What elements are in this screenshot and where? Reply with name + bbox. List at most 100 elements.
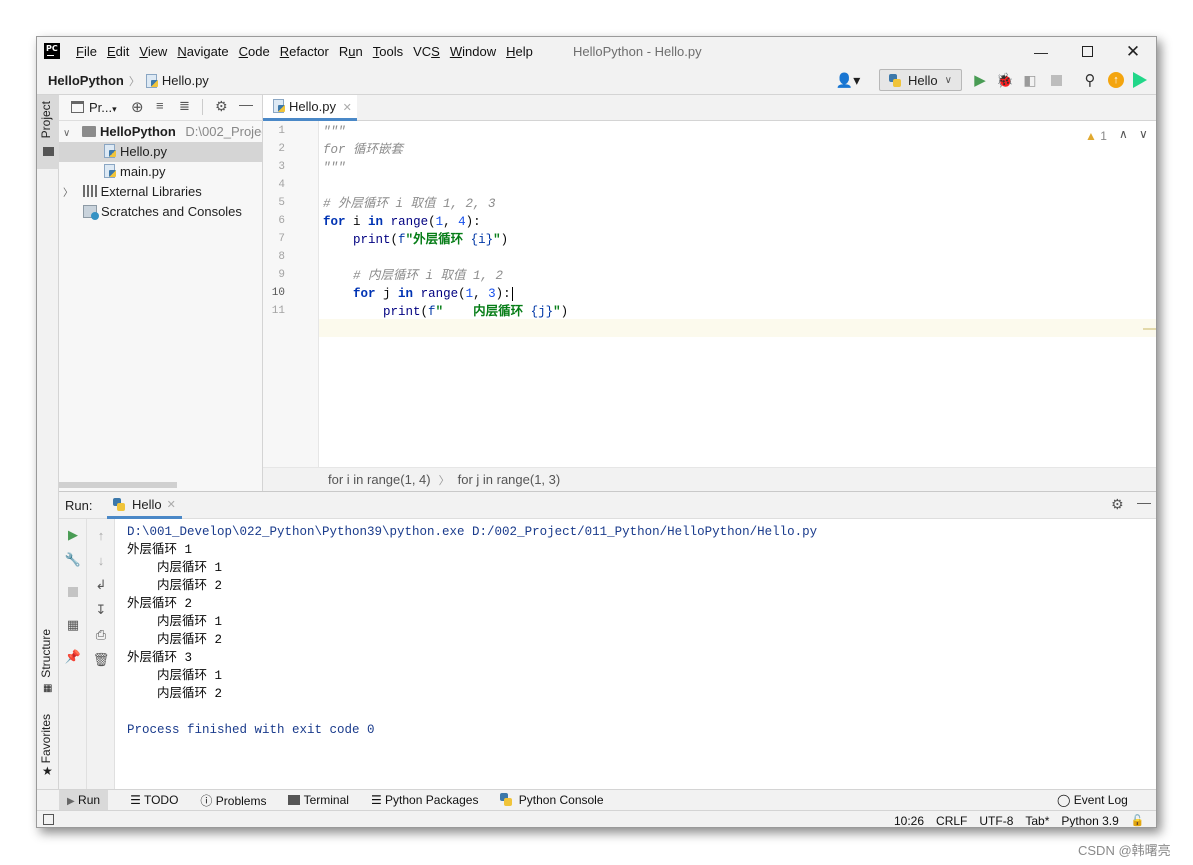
horizontal-scrollbar[interactable]: [59, 482, 177, 488]
python-icon: [113, 497, 125, 511]
soft-wrap-icon[interactable]: ↲: [93, 577, 109, 593]
toolbar-divider: [202, 99, 203, 115]
status-line-separator[interactable]: CRLF: [936, 814, 967, 828]
status-encoding[interactable]: UTF-8: [979, 814, 1013, 828]
chevron-right-icon: 〉: [63, 188, 73, 199]
trash-icon[interactable]: 🗑: [93, 652, 110, 668]
code-line-11: print(f" 内层循环 {j}"): [383, 305, 569, 319]
title-bar: PC File Edit View Navigate Code Refactor Run To…: [37, 37, 1156, 66]
line-number: 7: [278, 233, 285, 245]
tree-item-scratches[interactable]: Scratches and Consoles: [59, 202, 262, 222]
tree-item-hello-py[interactable]: Hello.py: [59, 142, 262, 162]
maximize-button[interactable]: [1064, 37, 1110, 66]
structure-tab-label: Structure: [39, 629, 53, 678]
layout-icon[interactable]: ▦: [65, 617, 81, 633]
close-tab-icon[interactable]: ✕: [343, 102, 352, 114]
tree-item-label: External Libraries: [100, 184, 202, 199]
console-output[interactable]: D:\001_Develop\022_Python\Python39\pytho…: [115, 519, 1156, 790]
run-configuration-select[interactable]: Hello ∨: [879, 69, 962, 91]
breadcrumb-outer-loop[interactable]: for i in range(1, 4): [328, 472, 431, 487]
project-view-select[interactable]: Pr...▾: [89, 100, 117, 115]
current-line-marker: [1143, 328, 1156, 330]
debug-icon[interactable]: 🐞: [996, 71, 1014, 89]
coverage-icon[interactable]: ◧: [1021, 71, 1039, 89]
minimize-button[interactable]: —: [1018, 37, 1064, 66]
tree-item-main-py[interactable]: main.py: [59, 162, 262, 182]
watermark: CSDN @韩曙亮: [1078, 843, 1171, 858]
wrench-icon[interactable]: 🔧: [65, 552, 81, 568]
scroll-to-end-icon[interactable]: ↧: [93, 602, 109, 618]
left-tool-stripe: Project Structure ▦ Favorites ★: [37, 95, 59, 789]
chevron-down-icon[interactable]: ∨: [1139, 127, 1148, 141]
close-window-button[interactable]: ✕: [1110, 37, 1156, 66]
close-tab-icon[interactable]: ✕: [167, 498, 176, 511]
tree-item-label: main.py: [120, 164, 166, 179]
breadcrumb-inner-loop[interactable]: for j in range(1, 3): [458, 472, 561, 487]
menu-item-file[interactable]: File: [71, 37, 102, 66]
python-file-icon: [104, 164, 117, 178]
print-icon[interactable]: ⎙: [93, 627, 109, 643]
tool-tab-label: Python Packages: [385, 793, 479, 807]
rerun-icon[interactable]: ▶: [65, 527, 81, 543]
tool-tab-terminal[interactable]: Terminal: [288, 793, 349, 807]
status-interpreter[interactable]: Python 3.9: [1061, 814, 1118, 828]
chevron-up-icon[interactable]: ∧: [1119, 127, 1128, 141]
menu-item-edit[interactable]: Edit: [102, 37, 134, 66]
menu-item-navigate[interactable]: Navigate: [172, 37, 233, 66]
tool-tab-todo[interactable]: ☰ TODO: [130, 793, 178, 807]
toggle-tool-windows-icon[interactable]: [43, 814, 54, 825]
menu-item-code[interactable]: Code: [234, 37, 275, 66]
menu-item-run[interactable]: Run: [334, 37, 368, 66]
code-area[interactable]: """ for 循环嵌套 """ # 外层循环 i 取值 1, 2, 3 for…: [319, 121, 1156, 467]
code-line-10: for j in range(1, 3):: [353, 287, 513, 301]
gear-icon[interactable]: ⚙: [215, 98, 228, 115]
run-icon[interactable]: ▶: [971, 71, 989, 89]
stop-icon[interactable]: [65, 584, 81, 600]
menu-item-vcs[interactable]: VCS: [408, 37, 445, 66]
tree-item-external-libraries[interactable]: 〉 External Libraries: [59, 182, 262, 202]
console-line: D:\001_Develop\022_Python\Python39\pytho…: [127, 525, 818, 539]
run-tab-hello[interactable]: Hello ✕: [107, 492, 182, 519]
project-toolbar: Pr...▾ ⊕ ≡ ≣ ⚙ —: [59, 95, 263, 121]
arrow-down-icon[interactable]: ↓: [93, 552, 109, 568]
scratches-icon: [83, 205, 99, 220]
jetbrains-toolbox-icon[interactable]: [1131, 71, 1149, 89]
favorites-tool-tab[interactable]: Favorites ★: [37, 710, 59, 780]
search-icon[interactable]: ⚲: [1081, 71, 1099, 89]
status-indent[interactable]: Tab*: [1025, 814, 1049, 828]
collapse-all-icon[interactable]: ≣: [179, 98, 190, 114]
hide-panel-icon[interactable]: —: [239, 96, 253, 112]
breadcrumb-project[interactable]: HelloPython: [48, 73, 124, 88]
line-number: 8: [278, 251, 285, 263]
tool-tab-run[interactable]: ▶ Run: [59, 790, 109, 810]
tool-tab-python-packages[interactable]: ☰ Python Packages: [371, 793, 479, 807]
structure-tool-tab[interactable]: Structure ▦: [37, 625, 59, 695]
status-caret-position[interactable]: 10:26: [894, 814, 924, 828]
tab-hello-py[interactable]: Hello.py ✕: [263, 95, 357, 121]
tool-tab-problems[interactable]: ⓘ Problems: [200, 792, 266, 809]
editor-tab-bar: Hello.py ✕: [263, 95, 1156, 121]
tree-item-label: Hello.py: [120, 144, 167, 159]
tree-item-helloptyhon-root[interactable]: ∨ HelloPython D:\002_Project: [59, 122, 262, 142]
tool-tab-python-console[interactable]: Python Console: [500, 793, 604, 807]
expand-all-icon[interactable]: ≡: [156, 98, 164, 113]
menu-item-window[interactable]: Window: [445, 37, 501, 66]
user-icon[interactable]: 👤▾: [835, 71, 861, 89]
stop-icon[interactable]: [1047, 71, 1065, 89]
tool-tab-event-log[interactable]: ◯ Event Log: [1057, 793, 1128, 807]
breadcrumb-file[interactable]: Hello.py: [162, 73, 209, 88]
menu-item-refactor[interactable]: Refactor: [275, 37, 334, 66]
project-tool-tab[interactable]: Project: [37, 95, 59, 169]
menu-item-view[interactable]: View: [134, 37, 172, 66]
arrow-up-icon[interactable]: ↑: [93, 527, 109, 543]
update-icon[interactable]: ↑: [1107, 71, 1125, 89]
warning-indicator[interactable]: ▲ 1: [1085, 129, 1107, 143]
locate-file-icon[interactable]: ⊕: [131, 98, 144, 116]
problems-icon: ⓘ: [200, 793, 213, 808]
menu-item-help[interactable]: Help: [501, 37, 538, 66]
lock-icon[interactable]: 🔓: [1131, 814, 1145, 827]
hide-panel-icon[interactable]: —: [1137, 494, 1151, 510]
gear-icon[interactable]: ⚙: [1111, 496, 1124, 513]
pin-icon[interactable]: 📌: [65, 649, 81, 665]
menu-item-tools[interactable]: Tools: [368, 37, 408, 66]
